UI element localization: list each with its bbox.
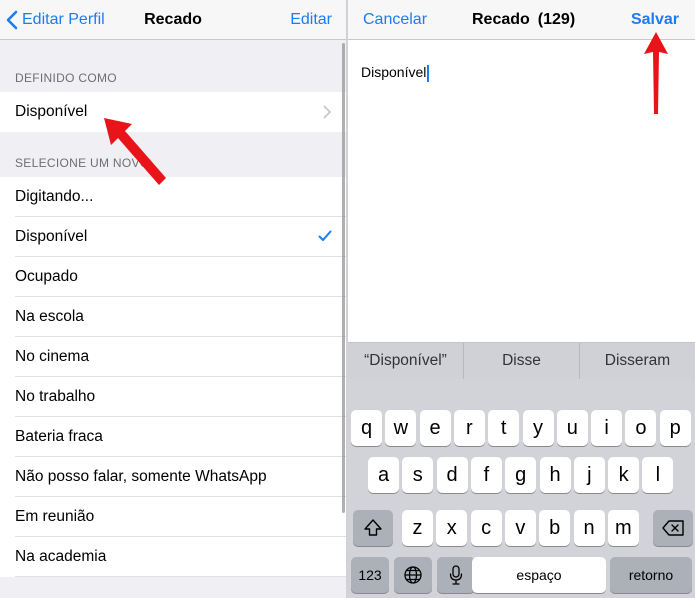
status-options-list: Digitando... Disponível Ocupado Na escol…	[0, 177, 346, 577]
current-section-header: DEFINIDO COMO	[15, 71, 117, 85]
chevron-left-icon	[6, 10, 18, 30]
key-a[interactable]: a	[368, 457, 399, 493]
key-l[interactable]: l	[642, 457, 674, 493]
status-option[interactable]: Em reunião	[0, 497, 346, 537]
microphone-key[interactable]	[437, 557, 475, 593]
status-option-label: No cinema	[15, 348, 90, 365]
microphone-icon	[449, 565, 463, 585]
status-option-label: No trabalho	[15, 388, 96, 405]
key-m[interactable]: m	[607, 510, 639, 546]
status-option[interactable]: No trabalho	[0, 377, 346, 417]
current-status-cell[interactable]: Disponível	[0, 92, 346, 132]
key-y[interactable]: y	[522, 410, 554, 446]
status-option[interactable]: Na escola	[0, 297, 346, 337]
status-option[interactable]: Ocupado	[0, 257, 346, 297]
right-nav-bar: Cancelar Recado (129) Salvar	[348, 0, 695, 40]
key-x[interactable]: x	[436, 510, 468, 546]
status-text-editor[interactable]	[348, 58, 695, 342]
key-q[interactable]: q	[351, 410, 382, 446]
key-i[interactable]: i	[591, 410, 623, 446]
key-k[interactable]: k	[608, 457, 640, 493]
numbers-key[interactable]: 123	[351, 557, 389, 593]
space-key[interactable]: espaço	[472, 557, 606, 593]
chevron-right-icon	[323, 105, 331, 119]
key-b[interactable]: b	[539, 510, 571, 546]
key-r[interactable]: r	[453, 410, 485, 446]
status-option-label: Ocupado	[15, 268, 78, 285]
backspace-icon	[662, 520, 684, 536]
key-j[interactable]: j	[573, 457, 605, 493]
backspace-key[interactable]	[653, 510, 693, 546]
key-s[interactable]: s	[402, 457, 434, 493]
key-f[interactable]: f	[470, 457, 502, 493]
status-option-label: Não posso falar, somente WhatsApp	[15, 468, 267, 485]
current-status-label: Disponível	[15, 103, 88, 120]
checkmark-icon	[318, 230, 332, 241]
key-d[interactable]: d	[436, 457, 468, 493]
status-option[interactable]: Bateria fraca	[0, 417, 346, 457]
status-option-label: Digitando...	[15, 188, 94, 205]
suggestion-item[interactable]: “Disponível”	[348, 343, 463, 379]
save-button[interactable]: Salvar	[631, 0, 679, 40]
key-o[interactable]: o	[625, 410, 657, 446]
suggestion-item[interactable]: Disse	[463, 343, 579, 379]
status-list-pane: Editar Perfil Recado Editar DEFINIDO COM…	[0, 0, 346, 598]
left-nav-bar: Editar Perfil Recado Editar	[0, 0, 346, 40]
status-text-value: Disponível	[361, 64, 427, 80]
current-status-group: Disponível	[0, 92, 346, 132]
key-h[interactable]: h	[539, 457, 571, 493]
editor-top-gap	[348, 40, 695, 58]
status-option-label: Disponível	[15, 228, 88, 245]
status-option[interactable]: Não posso falar, somente WhatsApp	[0, 457, 346, 497]
shift-key[interactable]	[353, 510, 393, 546]
cancel-button[interactable]: Cancelar	[363, 0, 427, 40]
key-g[interactable]: g	[505, 457, 537, 493]
key-z[interactable]: z	[402, 510, 433, 546]
right-page-title: Recado (129)	[472, 0, 575, 40]
edit-button[interactable]: Editar	[290, 0, 332, 40]
globe-key[interactable]	[394, 557, 432, 593]
status-option-label: Bateria fraca	[15, 428, 103, 445]
back-button-label: Editar Perfil	[22, 11, 105, 28]
status-option[interactable]: No cinema	[0, 337, 346, 377]
status-option[interactable]: Na academia	[0, 537, 346, 577]
onscreen-keyboard: “Disponível” Disse Disseram 123 espaço r…	[348, 342, 695, 598]
back-button[interactable]: Editar Perfil	[6, 0, 105, 40]
key-t[interactable]: t	[488, 410, 520, 446]
key-c[interactable]: c	[470, 510, 502, 546]
text-caret	[427, 64, 430, 82]
status-option[interactable]: Digitando...	[0, 177, 346, 217]
globe-icon	[404, 566, 422, 584]
status-option-label: Na escola	[15, 308, 84, 325]
suggestion-item[interactable]: Disseram	[579, 343, 695, 379]
char-count: (129)	[537, 11, 576, 28]
status-option-label: Em reunião	[15, 508, 95, 525]
return-key[interactable]: retorno	[610, 557, 692, 593]
key-p[interactable]: p	[659, 410, 691, 446]
suggestion-bar: “Disponível” Disse Disseram	[348, 343, 695, 379]
status-editor-pane: Cancelar Recado (129) Salvar Disponível …	[348, 0, 695, 598]
choose-section-header: SELECIONE UM NOVO	[15, 156, 150, 170]
scrollbar[interactable]	[342, 43, 345, 513]
editor-title: Recado	[472, 11, 530, 28]
shift-icon	[364, 519, 382, 536]
key-n[interactable]: n	[573, 510, 605, 546]
key-u[interactable]: u	[556, 410, 588, 446]
key-e[interactable]: e	[419, 410, 451, 446]
status-option-label: Na academia	[15, 548, 107, 565]
key-w[interactable]: w	[385, 410, 417, 446]
status-text-input[interactable]: Disponível	[361, 64, 430, 82]
key-v[interactable]: v	[504, 510, 536, 546]
status-option[interactable]: Disponível	[0, 217, 346, 257]
